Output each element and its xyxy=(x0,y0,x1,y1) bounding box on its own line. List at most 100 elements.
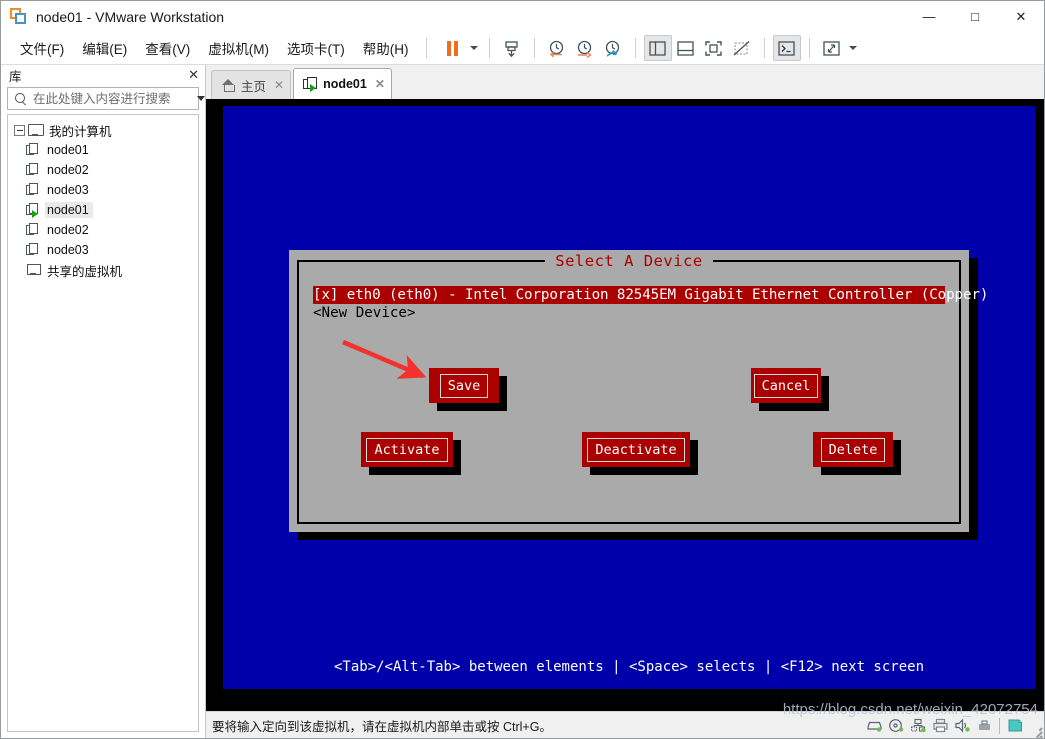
button-label: Delete xyxy=(820,437,886,462)
snapshot-revert-button[interactable] xyxy=(543,35,571,61)
tab-label: 主页 xyxy=(241,79,267,94)
suspend-button[interactable] xyxy=(439,35,467,61)
tab-close-icon[interactable]: ✕ xyxy=(375,77,385,91)
snapshot-manager-button[interactable] xyxy=(599,35,627,61)
tree-item-label: node02 xyxy=(47,163,89,177)
button-label: Deactivate xyxy=(587,437,685,462)
resize-grip[interactable] xyxy=(1028,723,1043,739)
hard-disk-icon[interactable] xyxy=(863,715,885,737)
tree-item-label: node03 xyxy=(47,183,89,197)
tree-item-shared-vms[interactable]: 共享的虚拟机 xyxy=(8,260,198,280)
tree-item-node03-a[interactable]: node03 xyxy=(8,180,198,200)
stretch-dropdown[interactable] xyxy=(846,35,860,61)
tree-item-node01-a[interactable]: node01 xyxy=(8,140,198,160)
button-face: Cancel xyxy=(751,368,821,403)
button-label: Save xyxy=(439,373,489,398)
tab-label: node01 xyxy=(323,77,367,91)
show-library-button[interactable] xyxy=(643,35,672,61)
tree-item-node03-b[interactable]: node03 xyxy=(8,240,198,260)
tui-deactivate-button[interactable]: Deactivate xyxy=(582,432,698,475)
tree-item-node01-b[interactable]: node01 xyxy=(8,200,198,220)
vm-icon xyxy=(26,163,40,177)
tree-item-node02-b[interactable]: node02 xyxy=(8,220,198,240)
search-icon xyxy=(13,91,29,107)
menu-bar: 文件(F) 编辑(E) 查看(V) 虚拟机(M) 选项卡(T) 帮助(H) xyxy=(1,32,1044,65)
tree-item-my-computer[interactable]: 我的计算机 xyxy=(8,120,198,140)
device-list: [x] eth0 (eth0) - Intel Corporation 8254… xyxy=(313,286,988,322)
vm-icon xyxy=(26,243,40,257)
toolbar-divider-4 xyxy=(634,38,636,58)
fullscreen-icon xyxy=(705,40,722,56)
status-message: 要将输入定向到该虚拟机，请在虚拟机内部单击或按 Ctrl+G。 xyxy=(212,719,552,734)
button-label: Cancel xyxy=(753,373,819,398)
show-thumbnail-bar-button[interactable] xyxy=(672,35,700,61)
take-snapshot-icon xyxy=(505,40,518,57)
vm-tree: 我的计算机 node01 node02 node03 node01 node02… xyxy=(7,114,199,732)
toolbar-divider-1 xyxy=(425,38,427,58)
power-dropdown[interactable] xyxy=(467,35,481,61)
menu-tabs[interactable]: 选项卡(T) xyxy=(278,34,354,62)
menu-view[interactable]: 查看(V) xyxy=(136,34,199,62)
tree-item-label: 共享的虚拟机 xyxy=(47,264,123,279)
title-bar-left: node01 - VMware Workstation xyxy=(1,8,224,25)
cd-dvd-icon[interactable] xyxy=(885,715,907,737)
network-adapter-icon[interactable] xyxy=(907,715,929,737)
close-button[interactable]: ✕ xyxy=(998,1,1044,32)
usb-device-icon[interactable] xyxy=(973,715,995,737)
title-bar: node01 - VMware Workstation — □ ✕ xyxy=(1,1,1044,32)
tree-item-label: node01 xyxy=(45,202,93,218)
menu-file[interactable]: 文件(F) xyxy=(11,34,73,62)
monitor-icon xyxy=(28,123,44,137)
printer-icon[interactable] xyxy=(929,715,951,737)
tree-item-node02-a[interactable]: node02 xyxy=(8,160,198,180)
tab-close-icon[interactable]: ✕ xyxy=(274,78,284,92)
vmware-logo-icon xyxy=(10,8,27,25)
status-bar: 要将输入定向到该虚拟机，请在虚拟机内部单击或按 Ctrl+G。 https://… xyxy=(206,701,1044,739)
minimize-button[interactable]: — xyxy=(906,1,952,32)
shared-vms-icon xyxy=(26,263,41,277)
maximize-button[interactable]: □ xyxy=(952,1,998,32)
library-header: 库 ✕ xyxy=(1,65,205,86)
unity-mode-icon xyxy=(733,40,750,55)
collapse-expander-icon[interactable] xyxy=(14,124,25,136)
tui-activate-button[interactable]: Activate xyxy=(361,432,461,475)
vm-screen[interactable]: Select A Device [x] eth0 (eth0) - Intel … xyxy=(223,106,1035,689)
home-icon xyxy=(221,78,236,92)
console-icon xyxy=(778,40,795,56)
button-label: Activate xyxy=(366,437,448,462)
vmware-workstation-window: node01 - VMware Workstation — □ ✕ 文件(F) … xyxy=(0,0,1045,739)
select-a-device-dialog: Select A Device [x] eth0 (eth0) - Intel … xyxy=(289,250,988,532)
sound-card-icon[interactable] xyxy=(951,715,973,737)
vm-running-icon xyxy=(303,77,318,92)
display-icon[interactable] xyxy=(1004,715,1026,737)
unity-mode-button[interactable] xyxy=(728,35,756,61)
main-area: 主页 ✕ node01 ✕ Select A Device [x] eth0 (… xyxy=(206,65,1044,739)
tree-item-label: node01 xyxy=(47,143,89,157)
tab-home[interactable]: 主页 ✕ xyxy=(211,70,292,99)
menu-edit[interactable]: 编辑(E) xyxy=(73,34,136,62)
menu-vm[interactable]: 虚拟机(M) xyxy=(199,34,278,62)
library-close-icon[interactable]: ✕ xyxy=(188,67,199,83)
stretch-guest-button[interactable] xyxy=(818,35,846,61)
tui-save-button[interactable]: Save xyxy=(429,368,507,411)
tree-item-label: node03 xyxy=(47,243,89,257)
console-view-button[interactable] xyxy=(772,35,801,61)
tab-node01[interactable]: node01 ✕ xyxy=(293,68,392,99)
menu-help[interactable]: 帮助(H) xyxy=(354,34,418,62)
revert-snapshot-icon xyxy=(549,40,564,57)
snapshot-restore-button[interactable] xyxy=(571,35,599,61)
dialog-title: Select A Device xyxy=(545,252,713,270)
stretch-icon xyxy=(823,40,840,56)
toolbar-divider-5 xyxy=(763,38,765,58)
snapshot-take-button[interactable] xyxy=(498,35,526,61)
vm-icon xyxy=(26,223,40,237)
tui-delete-button[interactable]: Delete xyxy=(813,432,901,475)
tui-cancel-button[interactable]: Cancel xyxy=(751,368,829,411)
search-box[interactable] xyxy=(7,87,199,110)
device-tray xyxy=(863,712,1043,739)
device-list-item-new[interactable]: <New Device> xyxy=(313,304,945,322)
search-input[interactable] xyxy=(29,91,194,106)
device-list-item-selected[interactable]: [x] eth0 (eth0) - Intel Corporation 8254… xyxy=(313,286,988,304)
window-controls: — □ ✕ xyxy=(906,1,1044,32)
fullscreen-button[interactable] xyxy=(700,35,728,61)
